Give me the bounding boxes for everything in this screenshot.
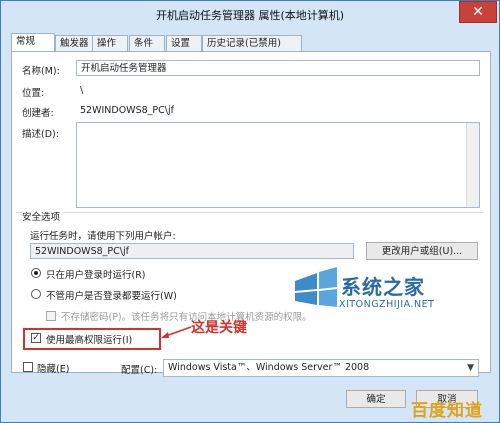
radio-run-when-logged-on-label[interactable]: 只在用户登录时运行(R) [46,267,146,281]
properties-dialog: 开机启动任务管理器 属性(本地计算机) ✕ 常规 触发器 操作 条件 设置 历史… [0,0,500,423]
location-value: \ [80,85,84,96]
description-field[interactable] [76,122,480,208]
description-scrollbar[interactable] [466,123,479,207]
chevron-down-icon: ▼ [467,363,474,373]
configure-label: 配置(C): [121,365,158,376]
watermark-site-url: XITONGZHIJIA.NET [339,299,435,310]
name-label: 名称(M): [22,66,60,77]
name-field[interactable]: 开机启动任务管理器 [76,60,480,76]
tab-history[interactable]: 历史记录(已禁用) [202,35,302,51]
configure-select-value: Windows Vista™、Windows Server™ 2008 [168,362,370,373]
run-as-user-field: 52WINDOWS8_PC\jf [30,243,354,259]
close-button[interactable]: ✕ [459,1,497,23]
radio-run-whether-logged-on[interactable] [31,289,41,299]
callout-label: 这是关键 [191,320,247,336]
window-title: 开机启动任务管理器 属性(本地计算机) [155,9,345,22]
watermark-logo-icon [295,267,337,307]
ok-button[interactable]: 确定 [346,390,406,408]
security-section-label: 安全选项 [22,209,64,223]
radio-run-when-logged-on[interactable] [31,268,41,278]
section-divider [16,212,484,213]
description-label: 描述(D): [22,129,59,140]
author-value: 52WINDOWS8_PC\jf [80,105,174,116]
tab-conditions[interactable]: 条件 [129,35,165,51]
tab-settings[interactable]: 设置 [166,35,202,51]
author-label: 创建者: [22,108,54,119]
title-bar[interactable]: 开机启动任务管理器 属性(本地计算机) ✕ [1,1,499,27]
tab-actions[interactable]: 操作 [92,35,128,51]
do-not-store-password-label: 不存储密码(P)。该任务将只有访问本地计算机资源的权限。 [61,312,312,323]
hidden-label[interactable]: 隐藏(E) [37,361,69,375]
tab-general[interactable]: 常规 [11,33,55,52]
hidden-checkbox[interactable] [23,362,33,372]
run-as-label: 运行任务时，请使用下列用户帐户: [30,231,176,242]
configure-select[interactable]: Windows Vista™、Windows Server™ 2008 ▼ [163,359,479,377]
baidu-watermark: 百度知道 [411,401,483,421]
change-user-button[interactable]: 更改用户或组(U)... [366,242,478,260]
general-tab-panel: 名称(M): 开机启动任务管理器 位置: \ 创建者: 52WINDOWS8_P… [11,51,491,373]
highlight-box [23,328,161,350]
do-not-store-password-checkbox [46,311,56,321]
watermark-site-title: 系统之家 [341,275,425,299]
callout-arrow [161,326,192,338]
location-label: 位置: [22,88,45,99]
radio-run-whether-logged-on-label[interactable]: 不管用户是否登录都要运行(W) [46,288,177,302]
